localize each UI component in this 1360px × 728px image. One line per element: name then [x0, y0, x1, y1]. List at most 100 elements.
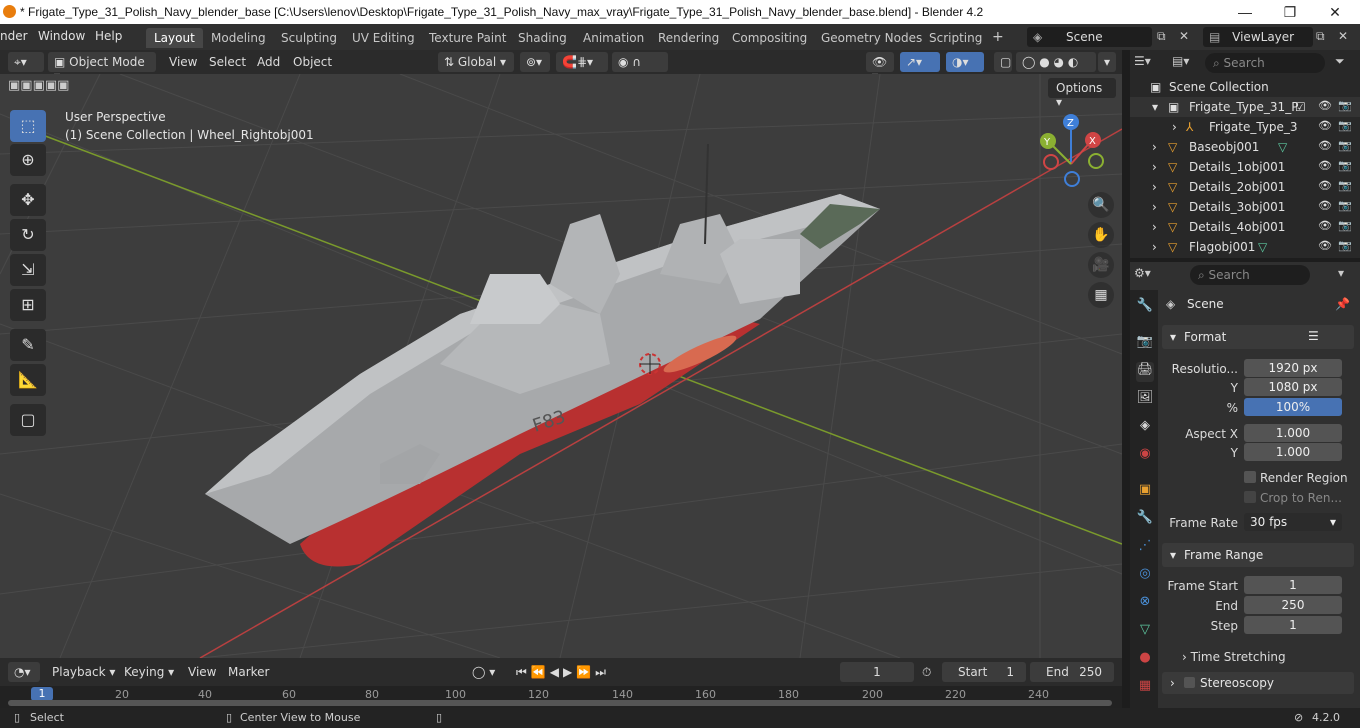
outliner-row[interactable]: › ▽ Baseobj001 ▽ 👁 📷	[1130, 137, 1360, 157]
modifier-tab-icon[interactable]: 🔧	[1136, 510, 1154, 530]
pin-icon[interactable]: 📌	[1335, 297, 1350, 311]
properties-search-input[interactable]: ⌕ Search	[1190, 265, 1310, 285]
camera-icon[interactable]: 📷	[1338, 99, 1352, 112]
camera-icon[interactable]: 📷	[1338, 199, 1352, 212]
outliner-scene-collection[interactable]: ▣ Scene Collection	[1130, 77, 1360, 97]
chevron-down-icon[interactable]: ▾	[1338, 266, 1344, 280]
tab-uv-editing[interactable]: UV Editing	[344, 28, 423, 48]
eye-icon[interactable]: 👁	[1318, 159, 1332, 172]
tab-modeling[interactable]: Modeling	[203, 28, 274, 48]
resolution-percent-field[interactable]: 100%	[1244, 398, 1342, 416]
render-region-checkbox[interactable]	[1244, 471, 1256, 483]
move-tool[interactable]: ✥	[10, 184, 46, 216]
playback-controls[interactable]: ⏮⏪◀▶⏩⏭	[516, 665, 610, 680]
camera-icon[interactable]: 📷	[1338, 239, 1352, 252]
eye-icon[interactable]: 👁	[1318, 219, 1332, 232]
tab-sculpting[interactable]: Sculpting	[273, 28, 345, 48]
presets-icon[interactable]: ☰	[1308, 329, 1319, 343]
expand-icon[interactable]: ›	[1152, 220, 1157, 234]
tab-rendering[interactable]: Rendering	[650, 28, 727, 48]
timeline-scrollbar[interactable]	[8, 700, 1112, 706]
expand-icon[interactable]: ▾	[1152, 100, 1158, 114]
tab-scripting[interactable]: Scripting	[921, 28, 990, 48]
particles-tab-icon[interactable]: ⋰	[1136, 538, 1154, 558]
camera-icon[interactable]: 📷	[1338, 219, 1352, 232]
frame-end-field[interactable]: 250	[1244, 596, 1342, 614]
expand-icon[interactable]: ›	[1152, 180, 1157, 194]
pan-hand-icon[interactable]: ✋	[1088, 222, 1114, 248]
aspect-x-field[interactable]: 1.000	[1244, 424, 1342, 442]
ortho-grid-icon[interactable]: ▦	[1088, 282, 1114, 308]
select-box-tool[interactable]: ⬚	[10, 110, 46, 142]
new-view-layer-icon[interactable]: ⧉	[1316, 29, 1325, 44]
outliner-row[interactable]: › ⅄ Frigate_Type_3 👁 📷	[1130, 117, 1360, 137]
checkbox-icon[interactable]: ☑	[1295, 100, 1306, 114]
add-workspace-button[interactable]: +	[984, 28, 1012, 48]
menu-marker[interactable]: Marker	[228, 665, 269, 679]
aspect-y-field[interactable]: 1.000	[1244, 443, 1342, 461]
playhead[interactable]: 1	[31, 687, 53, 701]
editor-type-icon[interactable]: ⌖▾	[8, 52, 44, 72]
eye-icon[interactable]: 👁	[1318, 139, 1332, 152]
eye-icon[interactable]: 👁	[1318, 239, 1332, 252]
outliner-row[interactable]: › ▽ Details_2obj001 👁 📷	[1130, 177, 1360, 197]
delete-scene-icon[interactable]: ✕	[1179, 29, 1189, 43]
cursor-tool[interactable]: ⊕	[10, 144, 46, 176]
new-scene-icon[interactable]: ⧉	[1157, 29, 1166, 44]
outliner-editor-icon[interactable]: ☰▾	[1134, 54, 1168, 72]
outliner-row[interactable]: › ▽ Details_3obj001 👁 📷	[1130, 197, 1360, 217]
scene-tab-icon[interactable]: ◈	[1136, 418, 1154, 438]
annotate-tool[interactable]: ✎	[10, 329, 46, 361]
stereoscopy-panel-header[interactable]: › Stereoscopy	[1162, 672, 1354, 694]
render-tab-icon[interactable]: 📷	[1136, 334, 1154, 354]
pivot-icon[interactable]: ⊚▾	[520, 52, 550, 72]
constraints-tab-icon[interactable]: ⊗	[1136, 594, 1154, 614]
frame-start-field[interactable]: 1	[1244, 576, 1342, 594]
expand-icon[interactable]: ›	[1152, 140, 1157, 154]
options-button[interactable]: Options ▾	[1048, 78, 1116, 109]
output-tab-icon[interactable]: 🖨	[1136, 362, 1154, 382]
view-layer-tab-icon[interactable]: 🖼	[1136, 390, 1154, 410]
measure-tool[interactable]: 📐	[10, 364, 46, 396]
camera-view-icon[interactable]: 🎥	[1088, 252, 1114, 278]
frigate-model[interactable]: F83	[205, 143, 880, 567]
shading-modes[interactable]: ◯ ● ◕ ◐	[1016, 52, 1096, 72]
maximize-button[interactable]: ❐	[1275, 2, 1305, 22]
view-layer-selector[interactable]: ▤ ViewLayer	[1203, 27, 1313, 47]
delete-view-layer-icon[interactable]: ✕	[1338, 29, 1348, 43]
tab-compositing[interactable]: Compositing	[724, 28, 815, 48]
expand-icon[interactable]: ›	[1152, 240, 1157, 254]
timeline-editor-icon[interactable]: ◔▾	[8, 662, 40, 682]
outliner-row[interactable]: › ▽ Flagobj001 ▽ 👁 📷	[1130, 237, 1360, 257]
menu-playback[interactable]: Playback ▾	[52, 665, 115, 679]
menu-window[interactable]: Window	[38, 29, 85, 43]
time-stretching-subpanel[interactable]: › Time Stretching	[1182, 650, 1286, 664]
filter-icon[interactable]: ⏷	[1335, 54, 1345, 69]
rotate-tool[interactable]: ↻	[10, 219, 46, 251]
expand-icon[interactable]: ›	[1172, 120, 1177, 134]
expand-icon[interactable]: ›	[1152, 200, 1157, 214]
proportional-edit-icon[interactable]: ◉ ∩	[612, 52, 668, 72]
outliner-row[interactable]: › ▽ Details_1obj001 👁 📷	[1130, 157, 1360, 177]
camera-icon[interactable]: 📷	[1338, 119, 1352, 132]
outliner-row[interactable]: ▾ ▣ Frigate_Type_31_P ☑ 👁 📷	[1130, 97, 1360, 117]
close-button[interactable]: ✕	[1320, 2, 1350, 22]
eye-icon[interactable]: 👁	[1318, 119, 1332, 132]
tab-animation[interactable]: Animation	[575, 28, 652, 48]
menu-select[interactable]: Select	[209, 55, 246, 69]
overlay-toggle-icon[interactable]: ◑▾	[946, 52, 984, 72]
scale-tool[interactable]: ⇲	[10, 254, 46, 286]
orientation-selector[interactable]: ⇅ Global ▾	[438, 52, 514, 72]
tab-geometry-nodes[interactable]: Geometry Nodes	[813, 28, 930, 48]
menu-view[interactable]: View	[169, 55, 197, 69]
snap-icon[interactable]: 🧲⋕▾	[556, 52, 608, 72]
visibility-icon[interactable]: 👁▾	[866, 52, 894, 83]
physics-tab-icon[interactable]: ◎	[1136, 566, 1154, 586]
frame-rate-dropdown[interactable]: 30 fps ▾	[1244, 513, 1342, 531]
crop-checkbox[interactable]	[1244, 491, 1256, 503]
outliner-row[interactable]: › ▽ Details_4obj001 👁 📷	[1130, 217, 1360, 237]
eye-icon[interactable]: 👁	[1318, 179, 1332, 192]
menu-keying[interactable]: Keying ▾	[124, 665, 174, 679]
stereoscopy-checkbox[interactable]	[1184, 677, 1195, 688]
add-cube-tool[interactable]: ▢	[10, 404, 46, 436]
